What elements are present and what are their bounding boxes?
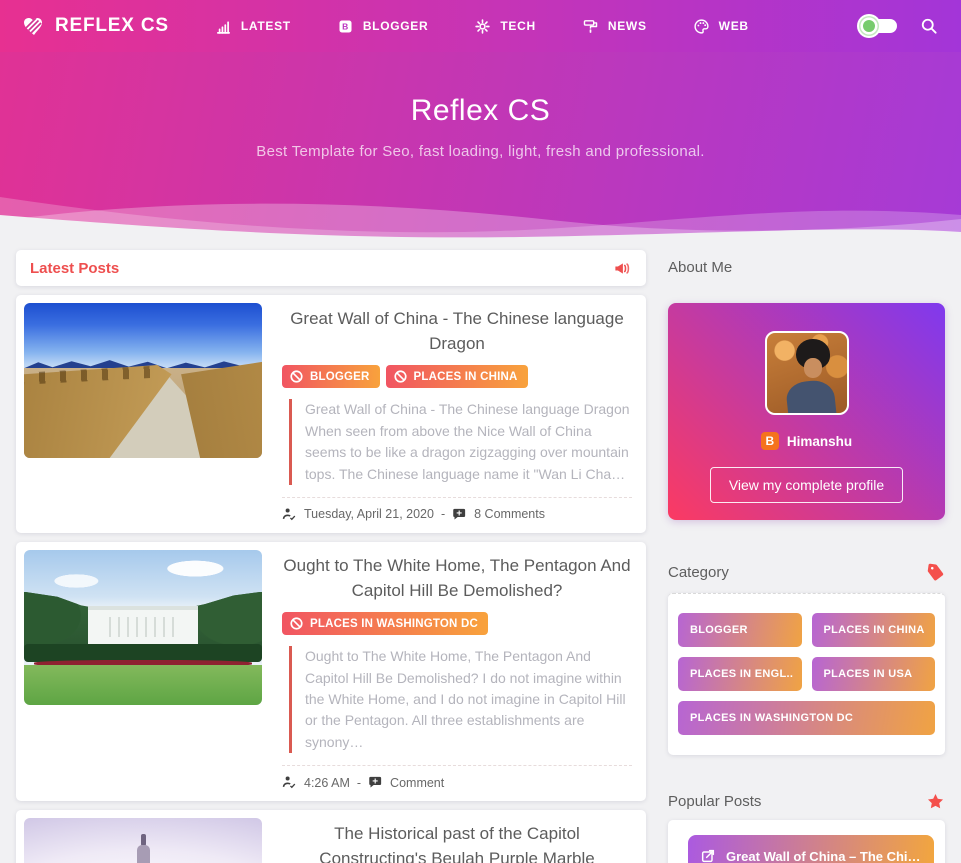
megaphone-icon	[613, 259, 632, 278]
author-check-icon	[282, 507, 297, 522]
category-chip[interactable]: PLACES IN USA	[812, 657, 936, 691]
label-slash-icon	[393, 369, 408, 384]
author-check-icon	[282, 775, 297, 790]
nav-label: BLOGGER	[363, 19, 429, 33]
external-link-icon	[700, 848, 716, 863]
comment-icon	[368, 775, 383, 790]
category-list: BLOGGER PLACES IN CHINA PLACES IN ENGL..…	[668, 593, 945, 755]
search-icon[interactable]	[919, 16, 939, 36]
post-meta: 4:26 AM - Comment	[282, 775, 632, 793]
post-date: 4:26 AM	[304, 776, 350, 790]
brand-text: REFLEX CS	[55, 15, 169, 37]
nav-item-web[interactable]: WEB	[693, 18, 749, 35]
post-thumbnail-capitol[interactable]	[24, 818, 262, 863]
tag-chip[interactable]: PLACES IN WASHINGTON DC	[282, 612, 488, 635]
profile-avatar[interactable]	[765, 331, 849, 415]
post-title[interactable]: The Historical past of the Capitol Const…	[282, 822, 632, 863]
wave-divider	[0, 185, 961, 241]
comment-icon	[452, 507, 467, 522]
comments-link[interactable]: 8 Comments	[474, 507, 545, 521]
palette-icon	[693, 18, 710, 35]
nav-label: TECH	[500, 19, 535, 33]
nav-label: NEWS	[608, 19, 647, 33]
nav-item-tech[interactable]: TECH	[474, 18, 535, 35]
post-title[interactable]: Great Wall of China - The Chinese langua…	[282, 307, 632, 356]
blogger-icon: B	[337, 18, 354, 35]
view-profile-button[interactable]: View my complete profile	[710, 467, 903, 503]
sidebar: About Me B Himanshu View my complete pro…	[668, 250, 945, 863]
about-me-card: B Himanshu View my complete profile	[668, 303, 945, 520]
profile-name: Himanshu	[787, 434, 852, 449]
post-title[interactable]: Ought to The White Home, The Pentagon An…	[282, 554, 632, 603]
post-card: The Historical past of the Capitol Const…	[16, 810, 646, 863]
post-card: Great Wall of China - The Chinese langua…	[16, 295, 646, 533]
brand-logo[interactable]: REFLEX CS	[22, 14, 169, 38]
post-thumbnail-white-house[interactable]	[24, 550, 262, 705]
tag-icon	[925, 562, 946, 583]
posts-column: Latest Posts Great Wall of China - The C…	[16, 250, 646, 863]
meta-separator: -	[357, 776, 361, 790]
nav-label: WEB	[719, 19, 749, 33]
post-excerpt: Great Wall of China - The Chinese langua…	[289, 399, 632, 485]
popular-posts-heading: Popular Posts	[668, 792, 945, 811]
bar-chart-icon	[215, 18, 232, 35]
category-chip[interactable]: PLACES IN ENGL..	[678, 657, 802, 691]
category-chip[interactable]: PLACES IN WASHINGTON DC	[678, 701, 935, 735]
popular-posts-list: Great Wall of China – The Chinese …	[668, 820, 945, 863]
profile-name-row[interactable]: B Himanshu	[761, 432, 852, 450]
dark-mode-toggle[interactable]	[863, 19, 897, 33]
post-thumbnail-great-wall[interactable]	[24, 303, 262, 458]
label-slash-icon	[289, 369, 304, 384]
category-chip[interactable]: BLOGGER	[678, 613, 802, 647]
hero-title: Reflex CS	[0, 94, 961, 128]
navbar: REFLEX CS LATEST B BLOGGER TECH	[0, 0, 961, 52]
category-heading: Category	[668, 563, 945, 582]
tag-chip[interactable]: PLACES IN CHINA	[386, 365, 528, 388]
page-content: Latest Posts Great Wall of China - The C…	[0, 240, 961, 863]
nav-label: LATEST	[241, 19, 291, 33]
star-icon	[926, 792, 945, 811]
gear-icon	[474, 18, 491, 35]
label-slash-icon	[289, 616, 304, 631]
latest-posts-header: Latest Posts	[16, 250, 646, 286]
divider	[282, 497, 632, 498]
toggle-knob-sun-icon	[857, 14, 881, 38]
nav-item-latest[interactable]: LATEST	[215, 18, 291, 35]
post-date: Tuesday, April 21, 2020	[304, 507, 434, 521]
hero-subtitle: Best Template for Seo, fast loading, lig…	[0, 143, 961, 160]
about-me-heading: About Me	[668, 259, 945, 276]
nav-item-blogger[interactable]: B BLOGGER	[337, 18, 429, 35]
main-nav: LATEST B BLOGGER TECH NEWS	[215, 18, 749, 35]
latest-posts-title: Latest Posts	[30, 260, 119, 277]
meta-separator: -	[441, 507, 445, 521]
category-chip[interactable]: PLACES IN CHINA	[812, 613, 936, 647]
paint-roller-icon	[582, 18, 599, 35]
nav-item-news[interactable]: NEWS	[582, 18, 647, 35]
post-meta: Tuesday, April 21, 2020 - 8 Comments	[282, 507, 632, 525]
post-card: Ought to The White Home, The Pentagon An…	[16, 542, 646, 801]
hero-banner: Reflex CS Best Template for Seo, fast lo…	[0, 52, 961, 240]
svg-text:B: B	[342, 21, 349, 31]
comments-link[interactable]: Comment	[390, 776, 444, 790]
tag-row: BLOGGER PLACES IN CHINA	[282, 365, 632, 388]
heart-logo-icon	[22, 14, 46, 38]
tag-chip[interactable]: BLOGGER	[282, 365, 380, 388]
blogger-badge-icon: B	[761, 432, 779, 450]
navbar-controls	[863, 16, 939, 36]
divider	[282, 765, 632, 766]
tag-row: PLACES IN WASHINGTON DC	[282, 612, 632, 635]
post-excerpt: Ought to The White Home, The Pentagon An…	[289, 646, 632, 753]
popular-post-item[interactable]: Great Wall of China – The Chinese …	[688, 835, 934, 863]
